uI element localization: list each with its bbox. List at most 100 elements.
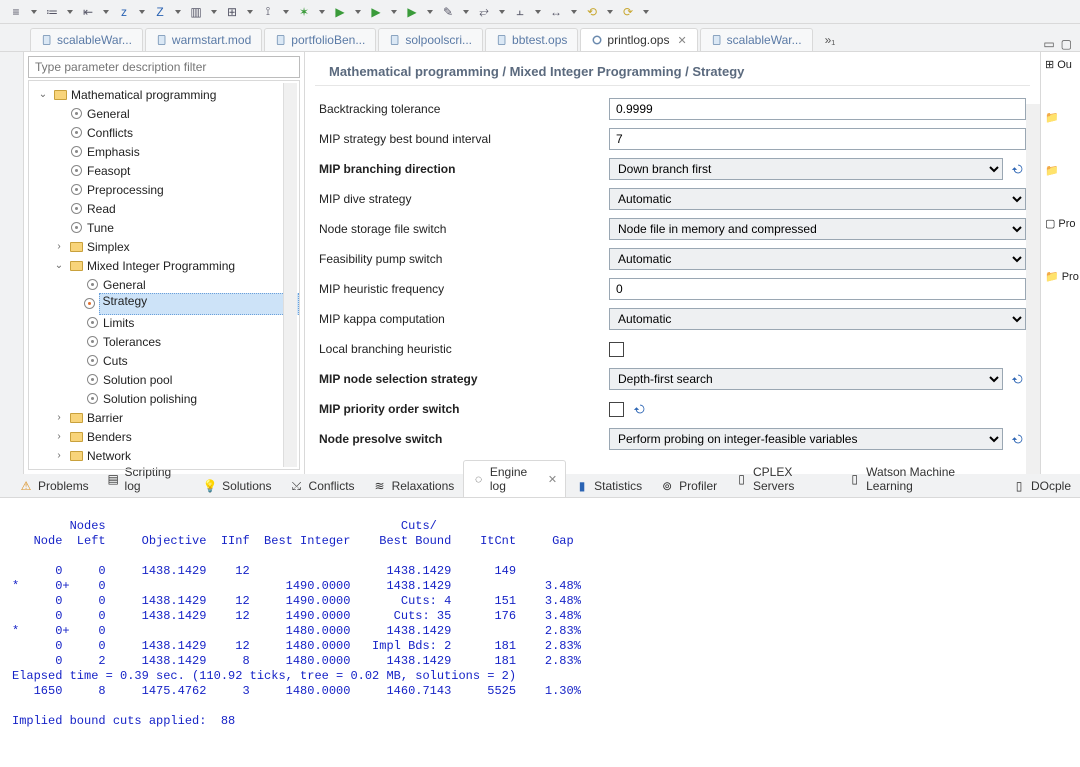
tree-node[interactable]: Conflicts — [29, 123, 299, 142]
close-icon[interactable]: ✕ — [677, 34, 686, 47]
tree-filter[interactable] — [28, 56, 300, 78]
console-tab-sol[interactable]: 💡Solutions — [194, 474, 280, 497]
z2-button[interactable]: Z — [150, 2, 170, 22]
tree-filter-input[interactable] — [29, 60, 299, 74]
dropdown-arrow-icon[interactable] — [138, 10, 146, 14]
play-button[interactable]: ▶ — [330, 2, 350, 22]
wand-button[interactable]: ✎ — [438, 2, 458, 22]
console-tab-relax[interactable]: ≋Relaxations — [364, 474, 464, 497]
tree-twisty-icon[interactable] — [53, 431, 65, 442]
chart-button[interactable]: ⫠ — [510, 2, 530, 22]
setting-checkbox[interactable] — [609, 402, 624, 417]
tree-node[interactable]: Feasopt — [29, 161, 299, 180]
tree-node[interactable]: Strategy — [29, 294, 299, 313]
scrollbar[interactable] — [1026, 104, 1040, 474]
console-tab-warn[interactable]: ⚠Problems — [10, 474, 98, 497]
dropdown-arrow-icon[interactable] — [498, 10, 506, 14]
setting-text-input[interactable] — [609, 98, 1026, 120]
setting-select[interactable]: Node file in memory and compressed — [609, 218, 1026, 240]
editor-tab[interactable]: bbtest.ops — [485, 28, 578, 51]
tree-twisty-icon[interactable] — [53, 412, 65, 423]
setting-select[interactable]: Down branch first — [609, 158, 1003, 180]
editor-tab[interactable]: warmstart.mod — [145, 28, 262, 51]
tree-node[interactable]: Preprocessing — [29, 180, 299, 199]
revert-icon[interactable] — [1011, 371, 1026, 387]
dropdown-arrow-icon[interactable] — [30, 10, 38, 14]
dropdown-arrow-icon[interactable] — [570, 10, 578, 14]
tree-node[interactable]: Emphasis — [29, 142, 299, 161]
box-button[interactable]: ▥ — [186, 2, 206, 22]
dropdown-arrow-icon[interactable] — [210, 10, 218, 14]
tree-node[interactable]: Benders — [29, 427, 299, 446]
tree-twisty-icon[interactable] — [37, 89, 49, 100]
setting-checkbox[interactable] — [609, 342, 624, 357]
align-button[interactable]: ≡ — [6, 2, 26, 22]
minimize-icon[interactable]: ▭ — [1043, 37, 1054, 51]
setting-text-input[interactable] — [609, 278, 1026, 300]
tree-node[interactable]: Solution polishing — [29, 389, 299, 408]
setting-select[interactable]: Depth-first search — [609, 368, 1003, 390]
right-trim-item[interactable]: 📁Pro... — [1045, 270, 1079, 283]
dropdown-arrow-icon[interactable] — [174, 10, 182, 14]
tab-overflow[interactable]: »₁ — [819, 29, 842, 51]
play-frame-button[interactable]: ▶ — [366, 2, 386, 22]
swap-button[interactable]: ↔ — [546, 2, 566, 22]
dropdown-arrow-icon[interactable] — [606, 10, 614, 14]
dropdown-arrow-icon[interactable] — [246, 10, 254, 14]
editor-tab[interactable]: scalableWar... — [30, 28, 143, 51]
dropdown-arrow-icon[interactable] — [66, 10, 74, 14]
dropdown-arrow-icon[interactable] — [642, 10, 650, 14]
console-tab-conf[interactable]: ⤩Conflicts — [281, 474, 364, 497]
maximize-icon[interactable]: ▢ — [1061, 37, 1072, 51]
close-icon[interactable]: ✕ — [548, 473, 557, 486]
tree-node[interactable]: Barrier — [29, 408, 299, 427]
engine-log[interactable]: Nodes Cuts/ Node Left Objective IInf Bes… — [0, 498, 1080, 767]
tree-node[interactable]: Mathematical programming — [29, 85, 299, 104]
tree-node[interactable]: Simplex — [29, 237, 299, 256]
revert-icon[interactable] — [1011, 431, 1026, 447]
editor-tab[interactable]: solpoolscri... — [378, 28, 483, 51]
dropdown-arrow-icon[interactable] — [426, 10, 434, 14]
tree-node[interactable]: Tolerances — [29, 332, 299, 351]
tree-node[interactable]: Cuts — [29, 351, 299, 370]
bug-run-button[interactable]: ✶ — [294, 2, 314, 22]
editor-tab[interactable]: portfolioBen... — [264, 28, 376, 51]
scrollbar[interactable] — [283, 83, 297, 467]
setting-select[interactable]: Automatic — [609, 188, 1026, 210]
setting-select[interactable]: Automatic — [609, 248, 1026, 270]
editor-tab[interactable]: printlog.ops✕ — [580, 28, 697, 51]
grid-button[interactable]: ⊞ — [222, 2, 242, 22]
outdent-button[interactable]: ⇤ — [78, 2, 98, 22]
tree-node[interactable]: General — [29, 104, 299, 123]
dropdown-arrow-icon[interactable] — [534, 10, 542, 14]
console-tab-doc[interactable]: ▯DOcple — [1003, 474, 1080, 497]
right-trim-item[interactable]: ▢Pro — [1045, 217, 1076, 230]
setting-select[interactable]: Automatic — [609, 308, 1026, 330]
undo-arrow-button[interactable]: ⟲ — [582, 2, 602, 22]
console-tab-stats[interactable]: ▮Statistics — [566, 474, 651, 497]
list-button[interactable]: ≔ — [42, 2, 62, 22]
right-trim-item[interactable]: 📁 — [1045, 111, 1062, 124]
z1-button[interactable]: z — [114, 2, 134, 22]
tree-node[interactable]: General — [29, 275, 299, 294]
revert-icon[interactable] — [1011, 161, 1026, 177]
match-button[interactable]: ⥂ — [474, 2, 494, 22]
dropdown-arrow-icon[interactable] — [318, 10, 326, 14]
console-tab-prof[interactable]: ⊚Profiler — [651, 474, 726, 497]
tree-twisty-icon[interactable] — [53, 450, 65, 461]
tree-twisty-icon[interactable] — [53, 241, 65, 252]
dropdown-arrow-icon[interactable] — [282, 10, 290, 14]
tree-twisty-icon[interactable] — [53, 260, 65, 271]
tree-node[interactable]: Limits — [29, 313, 299, 332]
right-trim-item[interactable]: 📁 — [1045, 164, 1062, 177]
redo-arrow-button[interactable]: ⟳ — [618, 2, 638, 22]
tree-node[interactable]: Solution pool — [29, 370, 299, 389]
setting-text-input[interactable] — [609, 128, 1026, 150]
tree-node[interactable]: Mixed Integer Programming — [29, 256, 299, 275]
dropdown-arrow-icon[interactable] — [390, 10, 398, 14]
dropdown-arrow-icon[interactable] — [102, 10, 110, 14]
parameter-tree[interactable]: Mathematical programmingGeneralConflicts… — [28, 80, 300, 470]
tree-node[interactable]: Read — [29, 199, 299, 218]
tree-node[interactable]: Tune — [29, 218, 299, 237]
ruler-button[interactable]: ⟟ — [258, 2, 278, 22]
